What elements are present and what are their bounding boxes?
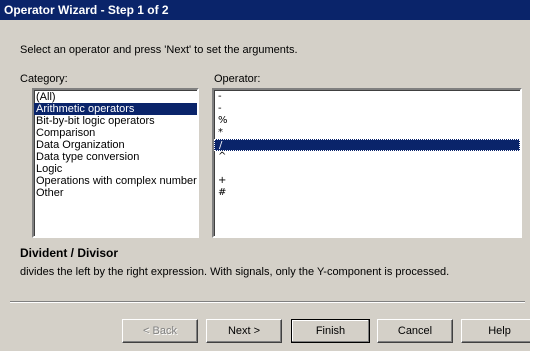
- operator-item[interactable]: -: [214, 103, 520, 115]
- window-edge: [530, 0, 538, 351]
- category-item-logic[interactable]: Logic: [34, 163, 197, 175]
- operator-item-selected[interactable]: /: [214, 139, 520, 151]
- back-button[interactable]: < Back: [122, 319, 198, 343]
- category-item-all[interactable]: (All): [34, 91, 197, 103]
- operator-listbox[interactable]: - - % * / ^ + #: [212, 88, 522, 238]
- category-item-data-organization[interactable]: Data Organization: [34, 139, 197, 151]
- category-item-type-conversion[interactable]: Data type conversion: [34, 151, 197, 163]
- operator-item[interactable]: %: [214, 115, 520, 127]
- category-item-complex[interactable]: Operations with complex numbers: [34, 175, 197, 187]
- window-title: Operator Wizard - Step 1 of 2: [0, 0, 530, 20]
- description-title: Divident / Divisor: [20, 246, 119, 260]
- category-item-other[interactable]: Other: [34, 187, 197, 199]
- operator-item[interactable]: [214, 163, 520, 175]
- separator: [10, 301, 525, 303]
- category-listbox[interactable]: (All) Arithmetic operators Bit-by-bit lo…: [32, 88, 199, 238]
- operator-item[interactable]: #: [214, 187, 520, 199]
- operator-item[interactable]: -: [214, 91, 520, 103]
- category-item-bitwise[interactable]: Bit-by-bit logic operators: [34, 115, 197, 127]
- help-button[interactable]: Help: [461, 319, 538, 343]
- operator-item[interactable]: ^: [214, 151, 520, 163]
- cancel-button[interactable]: Cancel: [377, 319, 453, 343]
- category-item-comparison[interactable]: Comparison: [34, 127, 197, 139]
- operator-item[interactable]: *: [214, 127, 520, 139]
- category-item-arithmetic[interactable]: Arithmetic operators: [34, 103, 197, 115]
- operator-wizard-dialog: Operator Wizard - Step 1 of 2 Select an …: [0, 0, 538, 351]
- category-label: Category:: [20, 73, 68, 85]
- operator-label: Operator:: [214, 73, 261, 85]
- finish-button[interactable]: Finish: [291, 319, 370, 343]
- instruction-text: Select an operator and press 'Next' to s…: [20, 44, 298, 56]
- next-button[interactable]: Next >: [206, 319, 282, 343]
- operator-item[interactable]: +: [214, 175, 520, 187]
- description-text: divides the left by the right expression…: [20, 266, 450, 278]
